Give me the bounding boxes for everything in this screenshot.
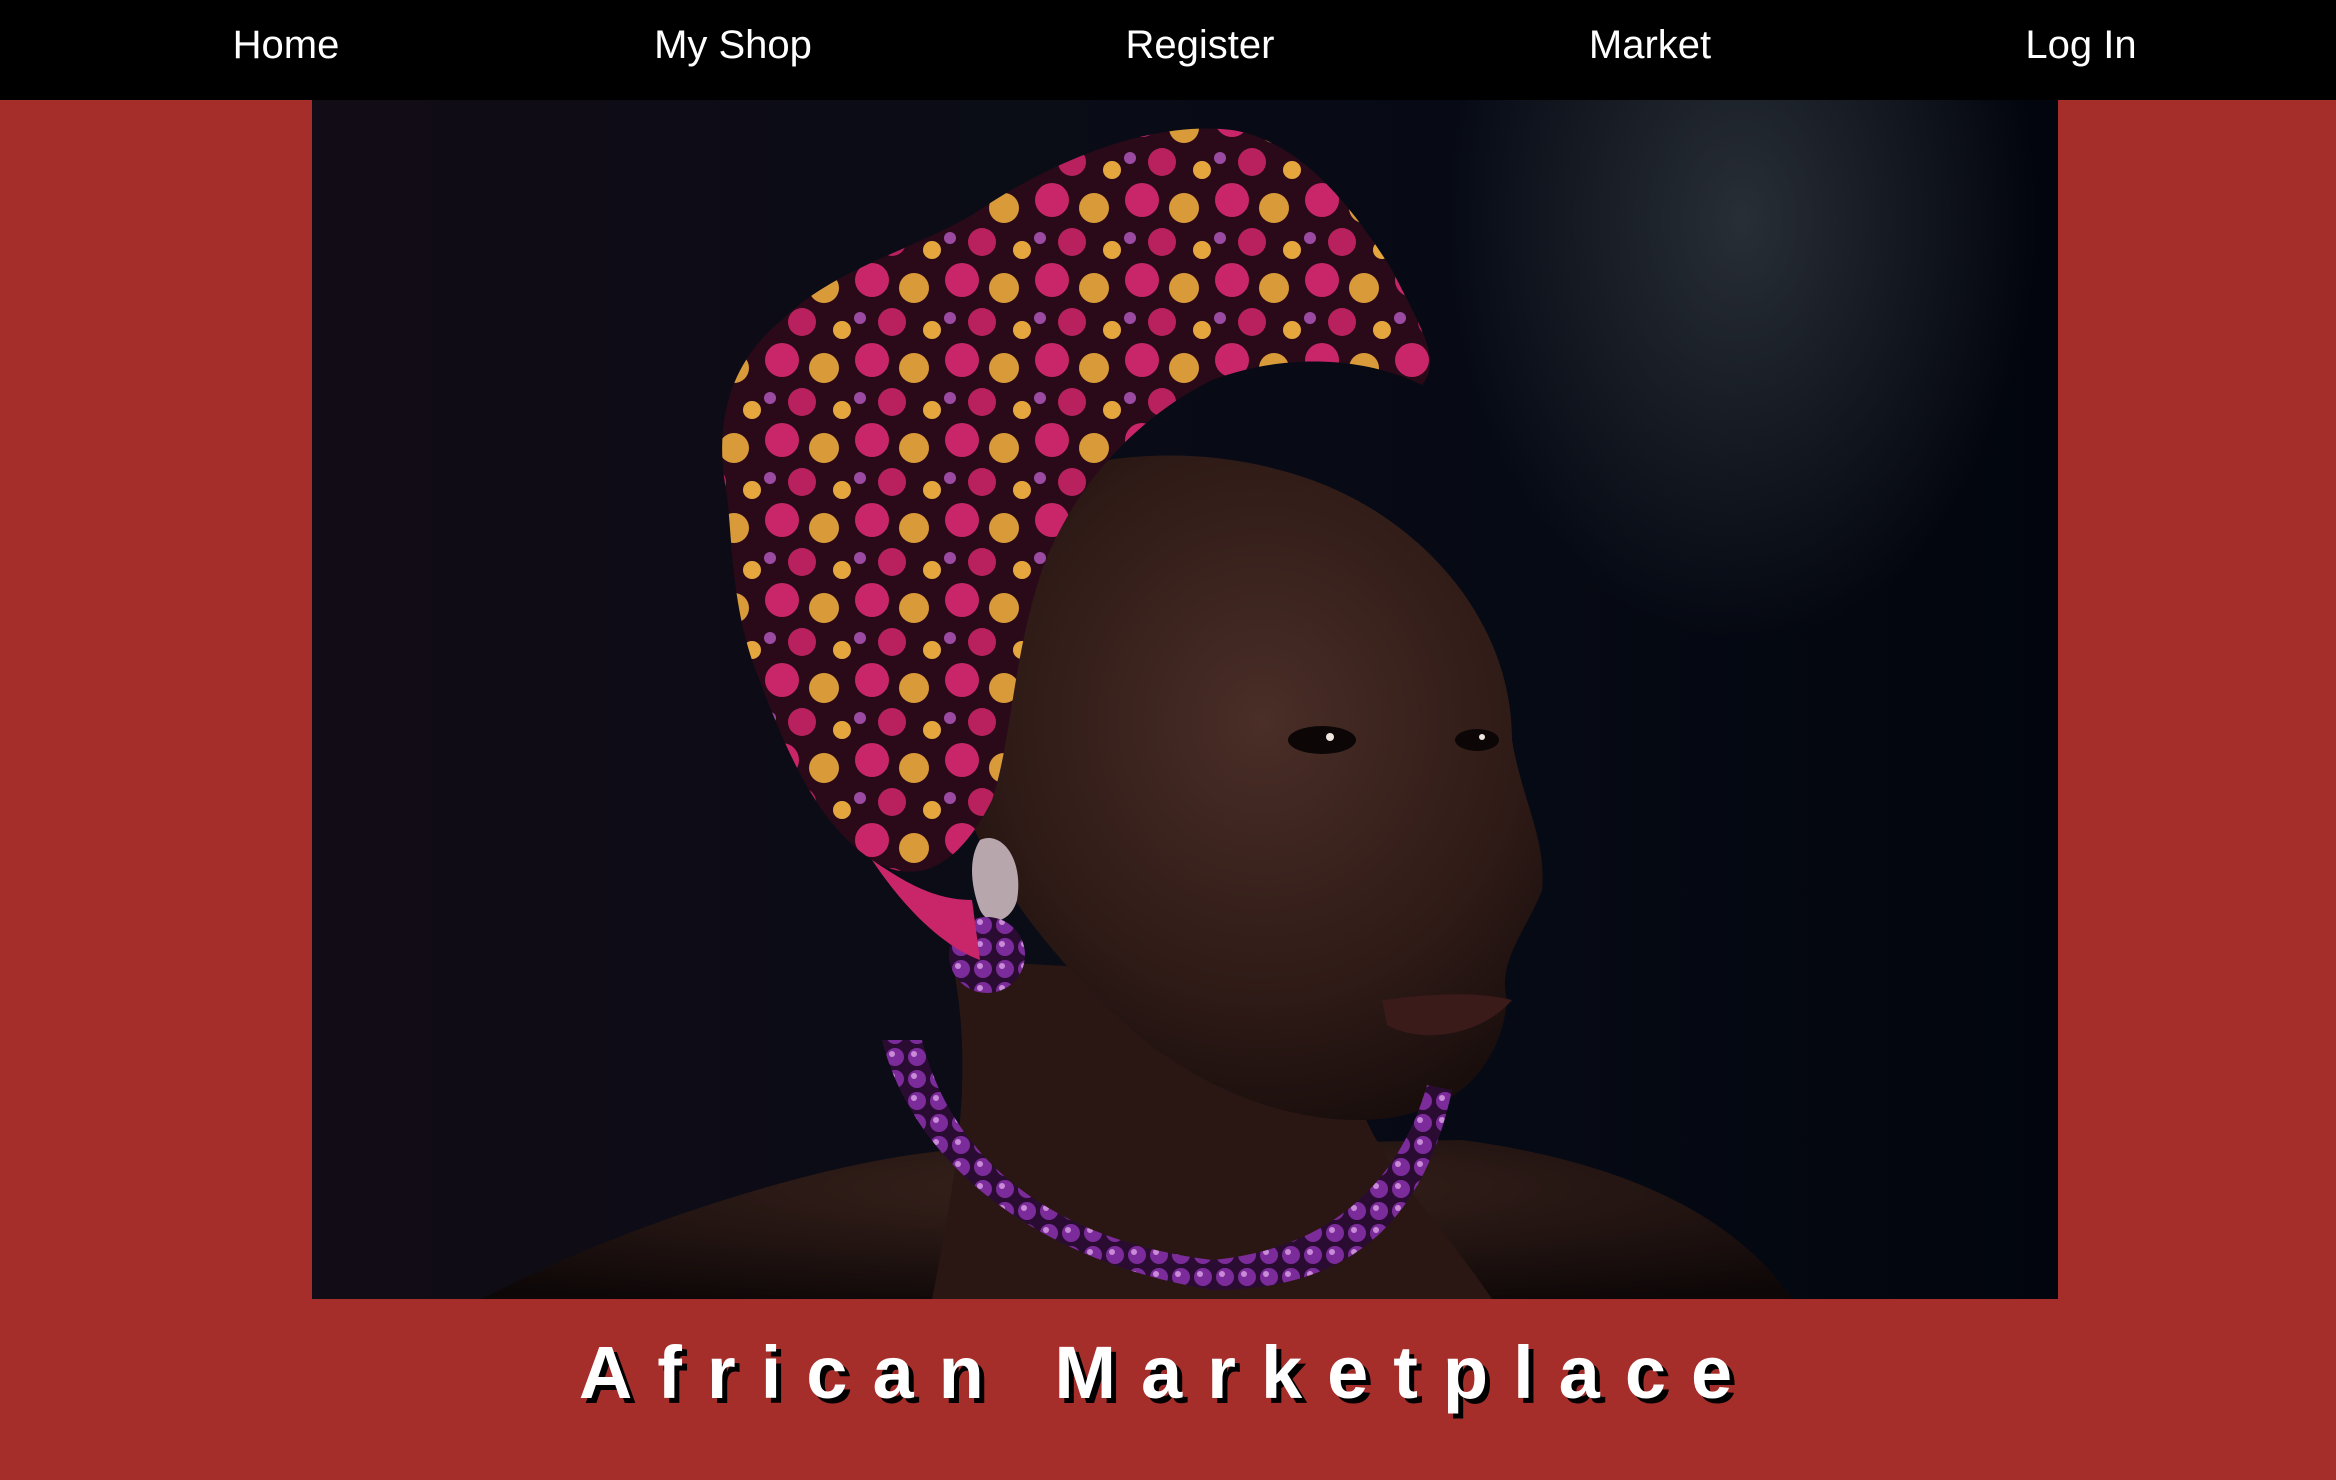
nav-link-log-in[interactable]: Log In	[2025, 0, 2136, 90]
nav-link-my-shop[interactable]: My Shop	[654, 0, 812, 90]
portrait-illustration	[482, 128, 1792, 1299]
hero-image	[312, 100, 2058, 1299]
page-title: African Marketplace	[578, 1331, 1758, 1414]
nav-link-home[interactable]: Home	[233, 0, 340, 90]
nav-link-register[interactable]: Register	[1126, 0, 1275, 90]
top-navbar: Home My Shop Register Market Log In	[0, 0, 2336, 100]
nav-link-market[interactable]: Market	[1589, 0, 1711, 90]
